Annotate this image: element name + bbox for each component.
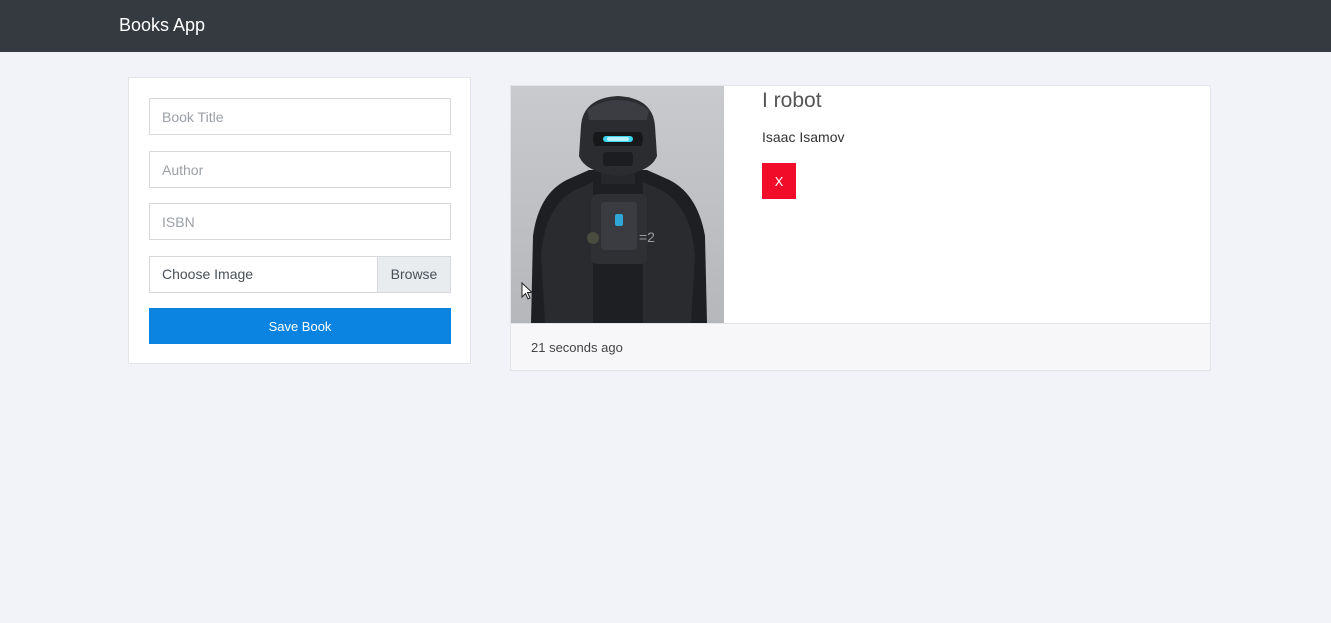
save-book-button[interactable]: Save Book (149, 308, 451, 344)
book-added-timestamp: 21 seconds ago (531, 340, 623, 355)
svg-text:=2: =2 (639, 229, 655, 245)
isbn-input[interactable] (149, 203, 451, 240)
file-input-label: Choose Image (162, 266, 254, 282)
book-card-footer: 21 seconds ago (511, 323, 1210, 370)
book-cover-image: =2 (511, 86, 724, 323)
delete-book-button[interactable]: X (762, 163, 796, 199)
browse-button[interactable]: Browse (377, 257, 450, 292)
image-file-input[interactable]: Choose Image Browse (149, 256, 451, 293)
mouse-pointer-icon (521, 282, 534, 300)
book-author: Isaac Isamov (762, 129, 845, 145)
brand-link[interactable]: Books App (119, 15, 205, 36)
navbar: Books App (0, 0, 1331, 52)
book-title: I robot (762, 89, 822, 112)
author-input[interactable] (149, 151, 451, 188)
add-book-form: Choose Image Browse Save Book (128, 77, 471, 364)
book-card: =2 I robot Isaac Isamov X 21 seconds ago (510, 85, 1211, 371)
robot-illustration: =2 (531, 96, 707, 323)
book-title-input[interactable] (149, 98, 451, 135)
